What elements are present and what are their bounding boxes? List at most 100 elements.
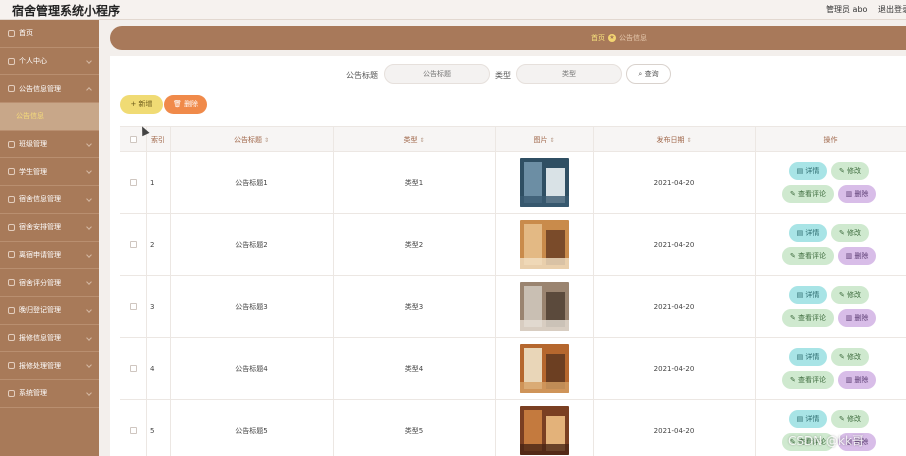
delete-label: 删除 [854, 252, 869, 260]
bulk-delete-button[interactable]: 🗑 删除 [164, 95, 207, 114]
sidebar-item-profile[interactable]: 个人中心 [0, 48, 99, 76]
breadcrumb-bar: 首页 ★ 公告信息 [110, 26, 906, 50]
chevron-up-icon [86, 87, 92, 94]
header-image[interactable]: 图片 ⇕ [495, 127, 593, 153]
pencil-icon: ✎ [838, 291, 845, 299]
select-all-checkbox[interactable] [130, 136, 137, 143]
header-title[interactable]: 公告标题 ⇕ [170, 127, 333, 153]
sidebar-item-label: 个人中心 [19, 57, 47, 66]
header-type[interactable]: 类型 ⇕ [333, 127, 495, 153]
view-comments-button[interactable]: ✎ 查看评论 [782, 309, 834, 327]
view-comments-label: 查看评论 [798, 252, 827, 260]
sidebar-item-dorm-score[interactable]: 宿舍评分管理 [0, 269, 99, 297]
title-search-input[interactable] [384, 64, 490, 84]
row-checkbox[interactable] [130, 179, 137, 186]
chevron-down-icon [86, 390, 92, 396]
edit-button[interactable]: ✎ 修改 [831, 162, 869, 180]
view-comments-label: 查看评论 [798, 190, 827, 198]
header-actions-label: 操作 [823, 136, 838, 144]
sidebar-item-repair-handle[interactable]: 报修处理管理 [0, 352, 99, 380]
sidebar-item-label: 晚归登记管理 [19, 306, 61, 315]
row-checkbox[interactable] [130, 303, 137, 310]
pencil-icon: ✎ [789, 376, 796, 384]
detail-button[interactable]: ▤ 详情 [789, 410, 827, 428]
query-button-label: 查询 [644, 70, 659, 78]
cell-index: 5 [150, 427, 155, 435]
sidebar-item-label: 宿舍安排管理 [19, 223, 61, 232]
sidebar-item-dorm-info[interactable]: 宿舍信息管理 [0, 186, 99, 214]
detail-button[interactable]: ▤ 详情 [789, 286, 827, 304]
view-comments-button[interactable]: ✎ 查看评论 [782, 371, 834, 389]
cell-date: 2021-04-20 [653, 241, 695, 249]
sidebar-item-dorm-arrange[interactable]: 宿舍安排管理 [0, 214, 99, 242]
sidebar-item-late-return[interactable]: 晚归登记管理 [0, 297, 99, 325]
delete-button[interactable]: ▥ 删除 [838, 247, 876, 265]
edit-label: 修改 [847, 353, 862, 361]
trash-icon: ▥ [845, 376, 853, 384]
document-icon: ▤ [796, 291, 804, 299]
cell-title: 公告标题1 [235, 179, 268, 187]
notice-image [520, 282, 569, 331]
delete-label: 删除 [854, 314, 869, 322]
cell-title: 公告标题3 [235, 303, 268, 311]
sidebar-item-class[interactable]: 班级管理 [0, 131, 99, 159]
detail-button[interactable]: ▤ 详情 [789, 224, 827, 242]
sidebar-item-label: 宿舍信息管理 [19, 195, 61, 204]
delete-label: 删除 [854, 376, 869, 384]
watermark: CSDN @kk哥 [788, 434, 864, 448]
cell-title: 公告标题4 [235, 365, 268, 373]
repair-icon [8, 334, 15, 342]
detail-label: 详情 [805, 415, 820, 423]
header-type-label: 类型 [403, 136, 418, 144]
cell-date: 2021-04-20 [653, 303, 695, 311]
cell-date: 2021-04-20 [653, 427, 695, 435]
row-checkbox[interactable] [130, 365, 137, 372]
delete-button[interactable]: ▥ 删除 [838, 309, 876, 327]
sidebar-item-student[interactable]: 学生管理 [0, 158, 99, 187]
notice-image [520, 158, 569, 207]
cell-index: 2 [150, 241, 155, 249]
chevron-down-icon [86, 279, 92, 286]
document-icon: ▤ [796, 415, 804, 423]
header-title-label: 公告标题 [233, 136, 262, 144]
sidebar-item-home[interactable]: 首页 [0, 20, 99, 48]
sidebar-item-leave-apply[interactable]: 离宿申请管理 [0, 242, 99, 270]
arrange-icon [8, 223, 15, 231]
edit-button[interactable]: ✎ 修改 [831, 286, 869, 304]
delete-button[interactable]: ▥ 删除 [838, 371, 876, 389]
edit-button[interactable]: ✎ 修改 [831, 224, 869, 242]
type-search-input[interactable] [516, 64, 622, 84]
view-comments-button[interactable]: ✎ 查看评论 [782, 247, 834, 265]
row-checkbox[interactable] [130, 241, 137, 248]
cell-index: 1 [150, 179, 155, 187]
sidebar-item-repair-info[interactable]: 报修信息管理 [0, 325, 99, 353]
cell-type: 类型3 [404, 303, 424, 311]
table-body: 1 公告标题1 类型1 2021-04-20 ▤ 详情 ✎ 修改 ✎ 查看评论 … [120, 152, 906, 456]
logout-link[interactable]: 退出登录 [878, 4, 906, 15]
header-date[interactable]: 发布日期 ⇕ [593, 127, 755, 153]
row-checkbox[interactable] [130, 427, 137, 434]
delete-button[interactable]: ▥ 删除 [838, 185, 876, 203]
column-divider [495, 126, 496, 456]
breadcrumb-home[interactable]: 首页 [591, 33, 605, 43]
score-icon [8, 279, 15, 287]
edit-button[interactable]: ✎ 修改 [831, 348, 869, 366]
add-button[interactable]: + 新增 [120, 95, 163, 114]
sidebar-item-label: 公告信息 [16, 112, 44, 121]
notice-table: 索引 公告标题 ⇕ 类型 ⇕ 图片 ⇕ 发布日期 ⇕ 操作 1 公告标题1 类型1 20… [120, 126, 906, 456]
view-comments-button[interactable]: ✎ 查看评论 [782, 185, 834, 203]
sidebar-item-notice-info[interactable]: 公告信息 [0, 103, 99, 131]
notice-image [520, 406, 569, 455]
sidebar-item-notice-management[interactable]: 公告信息管理 [0, 75, 99, 104]
cell-date: 2021-04-20 [653, 179, 695, 187]
query-button[interactable]: ⌕ 查询 [626, 64, 671, 84]
chevron-down-icon [86, 57, 92, 64]
trash-icon: ▥ [845, 314, 853, 322]
edit-button[interactable]: ✎ 修改 [831, 410, 869, 428]
pencil-icon: ✎ [789, 252, 796, 260]
notice-image [520, 344, 569, 393]
detail-button[interactable]: ▤ 详情 [789, 162, 827, 180]
detail-button[interactable]: ▤ 详情 [789, 348, 827, 366]
sort-icon: ⇕ [686, 137, 692, 144]
sidebar-item-system[interactable]: 系统管理 [0, 380, 99, 408]
